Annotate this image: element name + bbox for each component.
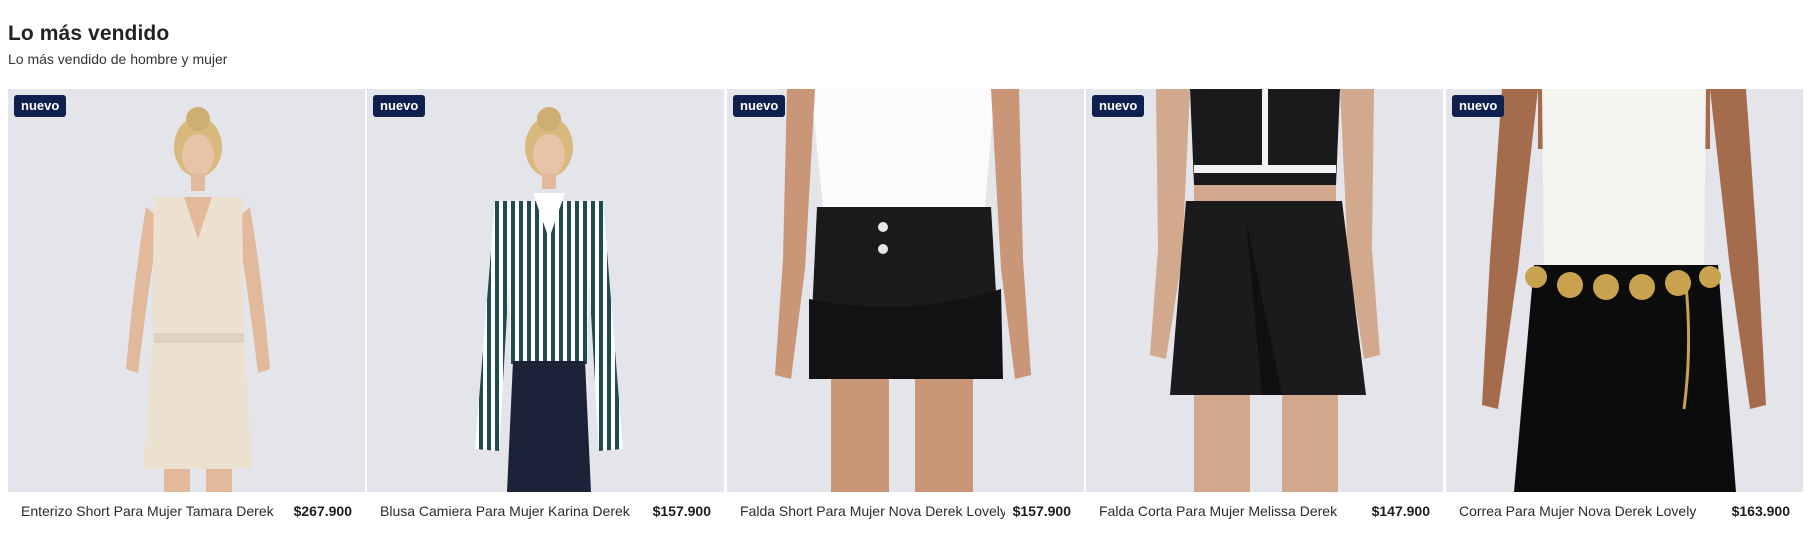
product-price: $147.900 [1371,502,1430,519]
product-price: $267.900 [293,502,352,519]
section-subtitle: Lo más vendido de hombre y mujer [8,51,228,67]
product-card[interactable]: nuevo Blusa Camiera Para Mujer Karina De… [367,89,724,529]
product-name[interactable]: Falda Corta Para Mujer Melissa Derek [1099,503,1337,519]
new-badge: nuevo [1092,95,1145,117]
product-name[interactable]: Correa Para Mujer Nova Derek Lovely [1459,503,1696,519]
product-photo-shirt [367,89,724,492]
product-card[interactable]: nuevo Falda Short Para Mujer Nova Derek … [727,89,1084,529]
product-card[interactable]: nuevo Enterizo Short Para Mujer Tamara D… [8,89,365,529]
new-badge: nuevo [1452,95,1505,117]
product-photo-romper [8,89,365,492]
new-badge: nuevo [14,95,67,117]
product-image[interactable]: nuevo [367,89,724,492]
product-image[interactable]: nuevo [1446,89,1803,492]
new-badge: nuevo [733,95,786,117]
product-price: $163.900 [1731,502,1790,519]
product-info: Falda Corta Para Mujer Melissa Derek $14… [1086,492,1443,529]
product-photo-skort [727,89,1084,492]
new-badge: nuevo [373,95,426,117]
product-image[interactable]: nuevo [8,89,365,492]
product-grid: nuevo Enterizo Short Para Mujer Tamara D… [8,89,1805,529]
product-name[interactable]: Blusa Camiera Para Mujer Karina Derek [380,503,630,519]
best-sellers-section: Lo más vendido Lo más vendido de hombre … [0,0,1809,560]
product-photo-belt [1446,89,1803,492]
product-info: Falda Short Para Mujer Nova Derek Lovely… [727,492,1084,529]
product-info: Correa Para Mujer Nova Derek Lovely $163… [1446,492,1803,529]
product-photo-skirt [1086,89,1443,492]
product-card[interactable]: nuevo Falda Corta Para Mujer Melissa Der… [1086,89,1443,529]
product-name[interactable]: Enterizo Short Para Mujer Tamara Derek [21,503,274,519]
product-name[interactable]: Falda Short Para Mujer Nova Derek Lovely [740,503,1005,519]
product-card[interactable]: nuevo Correa Para Mujer Nova Derek Lovel… [1446,89,1803,529]
product-image[interactable]: nuevo [727,89,1084,492]
product-price: $157.900 [652,502,711,519]
product-image[interactable]: nuevo [1086,89,1443,492]
section-title: Lo más vendido [8,22,170,45]
product-info: Enterizo Short Para Mujer Tamara Derek $… [8,492,365,529]
product-price: $157.900 [1012,502,1071,519]
product-info: Blusa Camiera Para Mujer Karina Derek $1… [367,492,724,529]
